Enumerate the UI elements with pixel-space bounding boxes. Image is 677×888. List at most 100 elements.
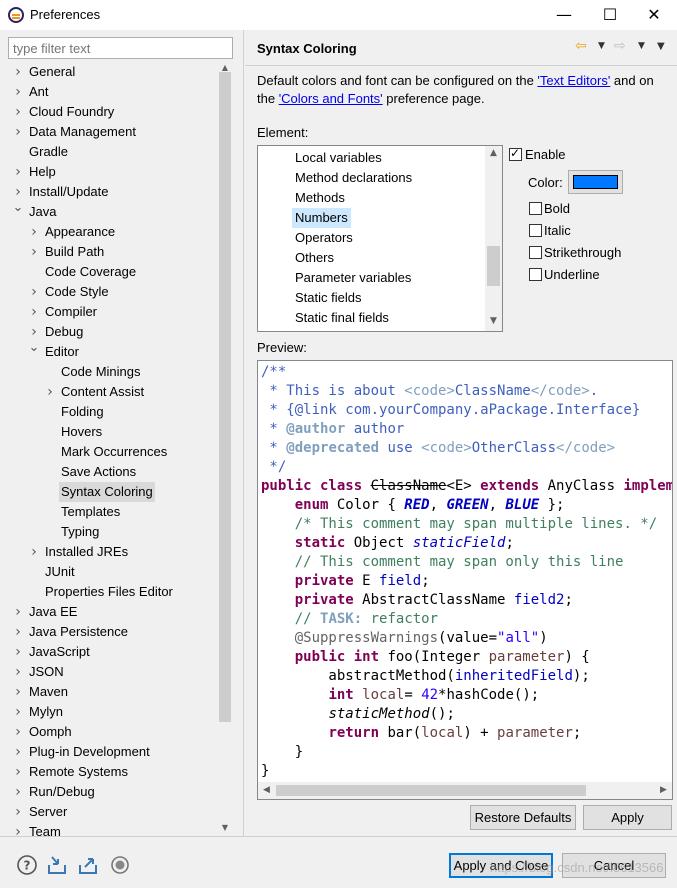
cancel-button[interactable]: Cancel [562,853,666,878]
preview-hscrollbar[interactable]: ◀ ▶ [258,782,672,799]
forward-dropdown-icon[interactable]: ▼ [638,41,645,51]
element-list-item[interactable]: Numbers [292,208,351,228]
element-list-item[interactable]: Parameter variables [292,268,414,288]
chevron-right-icon[interactable]: › [28,282,40,302]
view-menu-icon[interactable]: ▼ [657,41,665,52]
record-icon[interactable] [109,854,131,876]
chevron-right-icon[interactable]: › [12,122,24,142]
chevron-down-icon[interactable]: ⌄ [28,338,40,358]
tree-item[interactable]: ⌄ Editor [8,340,217,362]
tree-item[interactable]: › Ant [8,82,217,102]
chevron-right-icon[interactable]: › [12,622,24,642]
chevron-right-icon[interactable]: › [28,302,40,322]
tree-item[interactable]: › Mylyn [8,702,217,722]
element-list-item[interactable]: Others [292,248,337,268]
chevron-right-icon[interactable]: › [12,162,24,182]
element-list-item[interactable]: Static final fields [292,308,392,328]
chevron-right-icon[interactable]: › [12,62,24,82]
close-button[interactable]: ✕ [631,0,677,30]
tree-item[interactable]: › Plug-in Development [8,742,217,762]
tree-item[interactable]: › Cloud Foundry [8,102,217,122]
tree-item[interactable]: › Content Assist [8,382,217,402]
tree-item[interactable]: › Installed JREs [8,542,217,562]
chevron-right-icon[interactable]: › [12,722,24,742]
tree-item[interactable]: › Install/Update [8,182,217,202]
element-list-item[interactable]: Methods [292,188,348,208]
tree-item[interactable]: › JavaScript [8,642,217,662]
scroll-thumb[interactable] [219,72,231,722]
tree-item[interactable]: › Java Persistence [8,622,217,642]
scroll-up-arrow-icon[interactable]: ▲ [485,148,502,162]
apply-button[interactable]: Apply [583,805,672,830]
color-picker-button[interactable] [568,170,623,194]
chevron-right-icon[interactable]: › [28,242,40,262]
preview-editor[interactable]: /** * This is about <code>ClassName</cod… [257,360,673,800]
tree-item[interactable]: Gradle [8,142,217,162]
chevron-right-icon[interactable]: › [12,662,24,682]
tree-item[interactable]: › Server [8,802,217,822]
text-editors-link[interactable]: 'Text Editors' [537,73,610,88]
chevron-right-icon[interactable]: › [12,602,24,622]
tree-item[interactable]: › General [8,62,217,82]
tree-item[interactable]: Mark Occurrences [8,442,217,462]
tree-item[interactable]: › Maven [8,682,217,702]
tree-item[interactable]: ⌄ Java [8,200,217,222]
help-icon[interactable]: ? [16,854,38,876]
tree-item[interactable]: Code Coverage [8,262,217,282]
tree-item[interactable]: Folding [8,402,217,422]
bold-checkbox[interactable] [529,202,542,215]
tree-scrollbar[interactable]: ▲ ▼ [217,62,233,837]
import-icon[interactable] [46,854,68,876]
scroll-down-arrow-icon[interactable]: ▼ [217,822,233,834]
chevron-right-icon[interactable]: › [12,822,24,837]
chevron-right-icon[interactable]: › [44,382,56,402]
tree-item[interactable]: › Data Management [8,122,217,142]
chevron-right-icon[interactable]: › [12,782,24,802]
underline-checkbox[interactable] [529,268,542,281]
filter-input[interactable] [8,37,233,59]
tree-item[interactable]: Templates [8,502,217,522]
element-list-item[interactable]: Method declarations [292,168,415,188]
scroll-thumb[interactable] [276,785,586,796]
scroll-thumb[interactable] [487,246,500,286]
export-icon[interactable] [77,854,99,876]
italic-checkbox[interactable] [529,224,542,237]
element-list-item[interactable]: Local variables [292,148,385,168]
maximize-button[interactable]: ☐ [587,0,633,30]
chevron-right-icon[interactable]: › [12,642,24,662]
tree-item[interactable]: › Java EE [8,602,217,622]
chevron-right-icon[interactable]: › [12,702,24,722]
forward-arrow-icon[interactable]: ⇨ [614,38,626,54]
element-list-scrollbar[interactable]: ▲ ▼ [485,146,502,331]
tree-item[interactable]: Code Minings [8,362,217,382]
tree-item[interactable]: › Team [8,822,217,837]
chevron-right-icon[interactable]: › [12,742,24,762]
chevron-right-icon[interactable]: › [12,682,24,702]
back-dropdown-icon[interactable]: ▼ [598,41,605,51]
tree-item[interactable]: › Build Path [8,242,217,262]
tree-item[interactable]: › Code Style [8,282,217,302]
chevron-right-icon[interactable]: › [12,82,24,102]
sash[interactable] [243,30,244,836]
tree-item[interactable]: Save Actions [8,462,217,482]
tree-item[interactable]: › Remote Systems [8,762,217,782]
tree-item[interactable]: Typing [8,522,217,542]
tree-item[interactable]: JUnit [8,562,217,582]
apply-and-close-button[interactable]: Apply and Close [449,853,553,878]
enable-checkbox[interactable] [509,146,522,161]
back-arrow-icon[interactable]: ⇦ [575,38,587,54]
tree-item[interactable]: Hovers [8,422,217,442]
tree-item[interactable]: › Run/Debug [8,782,217,802]
tree-item[interactable]: › Appearance [8,222,217,242]
tree-item[interactable]: Properties Files Editor [8,582,217,602]
chevron-right-icon[interactable]: › [28,222,40,242]
restore-defaults-button[interactable]: Restore Defaults [470,805,576,830]
chevron-right-icon[interactable]: › [12,102,24,122]
tree-item[interactable]: › Oomph [8,722,217,742]
scroll-down-arrow-icon[interactable]: ▼ [485,316,502,330]
tree-item[interactable]: › Compiler [8,302,217,322]
chevron-right-icon[interactable]: › [28,542,40,562]
scroll-left-arrow-icon[interactable]: ◀ [258,782,275,799]
strikethrough-checkbox[interactable] [529,246,542,259]
scroll-right-arrow-icon[interactable]: ▶ [655,782,672,799]
